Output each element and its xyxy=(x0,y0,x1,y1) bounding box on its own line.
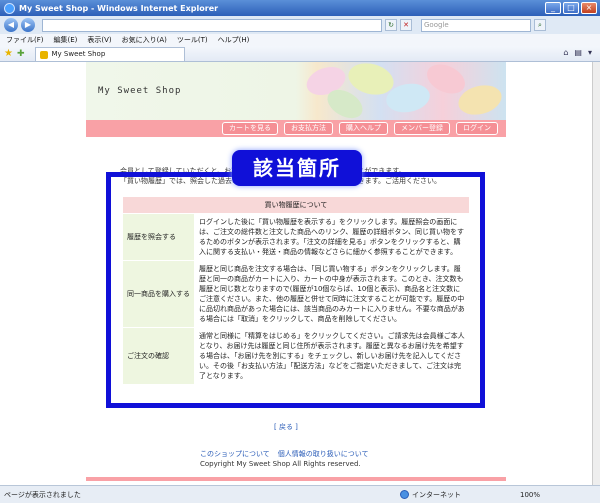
footer-links: このショップについて 個人情報の取り扱いについて xyxy=(200,449,369,459)
back-button[interactable]: ◀ xyxy=(4,18,18,32)
vertical-scrollbar[interactable] xyxy=(592,62,600,485)
nav-view-cart[interactable]: カートを見る xyxy=(222,122,278,135)
page-menu-icon[interactable]: ▾ xyxy=(588,48,592,57)
print-icon[interactable]: ▤ xyxy=(574,48,582,57)
footer-divider xyxy=(86,477,506,481)
row-label-confirm: ご注文の確認 xyxy=(122,327,195,385)
window-titlebar: My Sweet Shop - Windows Internet Explore… xyxy=(0,0,600,16)
nav-login[interactable]: ログイン xyxy=(456,122,498,135)
table-row: 同一商品を購入する 履歴と同じ商品を注文する場合は、「同じ買い物する」ボタンをク… xyxy=(122,260,470,328)
address-toolbar: ◀ ▶ ↻ ✕ Google ⌕ xyxy=(0,16,600,34)
ie-logo-icon xyxy=(4,2,15,14)
add-favorite-icon[interactable]: ✚ xyxy=(17,49,25,59)
menu-file[interactable]: ファイル(F) xyxy=(6,35,44,45)
window-title: My Sweet Shop - Windows Internet Explore… xyxy=(19,3,219,13)
zoom-level[interactable]: 100% xyxy=(520,491,540,499)
row-desc-view-history: ログインした後に「買い物履歴を表示する」をクリックします。履歴照会の画面には、ご… xyxy=(194,213,470,261)
table-row: 履歴を照会する ログインした後に「買い物履歴を表示する」をクリックします。履歴照… xyxy=(122,213,470,261)
menu-view[interactable]: 表示(V) xyxy=(87,35,111,45)
status-text: ページが表示されました xyxy=(4,490,81,499)
row-label-view-history: 履歴を照会する xyxy=(122,213,195,261)
zone-label: インターネット xyxy=(412,490,461,499)
nav-register[interactable]: メンバー登録 xyxy=(394,122,450,135)
home-icon[interactable]: ⌂ xyxy=(563,48,568,57)
row-label-rebuy: 同一商品を購入する xyxy=(122,260,195,328)
highlight-callout: 該当箇所 xyxy=(232,150,362,186)
footer-privacy-link[interactable]: 個人情報の取り扱いについて xyxy=(278,449,369,459)
favorites-star-icon[interactable]: ★ xyxy=(4,48,13,59)
copyright: Copyright My Sweet Shop All Rights reser… xyxy=(200,460,361,468)
tab-bar: ★ ✚ My Sweet Shop ⌂ ▤ ▾ xyxy=(0,46,600,62)
stop-button[interactable]: ✕ xyxy=(400,19,412,31)
status-bar: ページが表示されました インターネット 100% xyxy=(0,485,600,503)
nav-payment[interactable]: お支払方法 xyxy=(284,122,333,135)
forward-button[interactable]: ▶ xyxy=(21,18,35,32)
address-input[interactable] xyxy=(42,18,382,32)
security-zone: インターネット xyxy=(400,490,500,500)
table-row: ご注文の確認 通常と同様に「精算をはじめる」をクリックしてください。ご請求先は会… xyxy=(122,327,470,385)
nav-help[interactable]: 購入ヘルプ xyxy=(339,122,388,135)
globe-icon xyxy=(400,490,409,499)
purchase-history-table: 買い物履歴について 履歴を照会する ログインした後に「買い物履歴を表示する」をク… xyxy=(122,196,470,385)
menu-bar: ファイル(F) 編集(E) 表示(V) お気に入り(A) ツール(T) ヘルプ(… xyxy=(0,34,600,46)
maximize-button[interactable]: □ xyxy=(563,2,579,14)
search-input[interactable]: Google xyxy=(421,18,531,32)
menu-help[interactable]: ヘルプ(H) xyxy=(218,35,250,45)
back-link[interactable]: [ 戻る ] xyxy=(274,422,298,432)
footer-about-link[interactable]: このショップについて xyxy=(200,449,270,459)
site-title: My Sweet Shop xyxy=(98,86,182,96)
site-header: My Sweet Shop xyxy=(86,62,506,124)
site-nav: カートを見る お支払方法 購入ヘルプ メンバー登録 ログイン xyxy=(86,120,506,137)
close-button[interactable]: × xyxy=(581,2,597,14)
menu-favorites[interactable]: お気に入り(A) xyxy=(122,35,167,45)
search-icon[interactable]: ⌕ xyxy=(534,19,546,31)
row-desc-confirm: 通常と同様に「精算をはじめる」をクリックしてください。ご請求先は会員様ご本人とな… xyxy=(194,327,470,385)
minimize-button[interactable]: _ xyxy=(545,2,561,14)
menu-edit[interactable]: 編集(E) xyxy=(54,35,78,45)
table-header: 買い物履歴について xyxy=(122,196,470,214)
refresh-button[interactable]: ↻ xyxy=(385,19,397,31)
row-desc-rebuy: 履歴と同じ商品を注文する場合は、「同じ買い物する」ボタンをクリックします。履歴と… xyxy=(194,260,470,328)
menu-tools[interactable]: ツール(T) xyxy=(177,35,208,45)
tab-my-sweet-shop[interactable]: My Sweet Shop xyxy=(34,46,185,61)
